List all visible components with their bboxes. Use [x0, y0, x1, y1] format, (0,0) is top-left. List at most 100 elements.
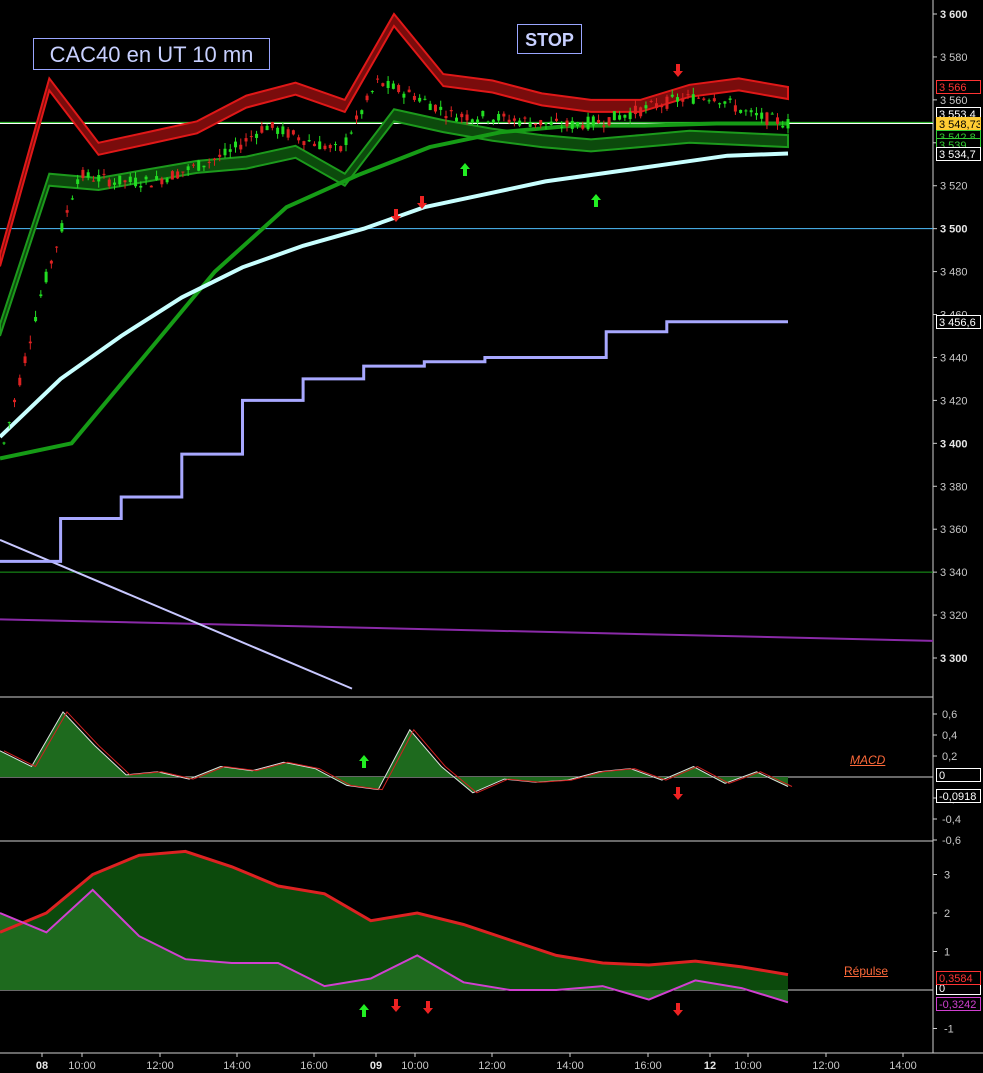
price-tick-label: 3 300 [940, 653, 968, 665]
candle-body [670, 94, 674, 97]
candle-body [355, 115, 359, 120]
candle-body [481, 110, 485, 117]
candle-body [228, 149, 232, 152]
candle-body [202, 165, 206, 168]
price-tick-label: 3 420 [940, 395, 968, 407]
candle-body [691, 94, 695, 104]
candle-body [723, 101, 727, 104]
candle-body [386, 80, 390, 88]
candle-body [423, 98, 427, 100]
candle-body [618, 115, 622, 120]
candle-body [376, 78, 380, 80]
candle-body [497, 114, 501, 121]
candle-body [218, 154, 222, 157]
candle-body [523, 117, 527, 119]
candle-body [586, 116, 590, 130]
candle-body [439, 106, 443, 110]
candle-body [528, 122, 532, 127]
candle-body [207, 161, 211, 163]
macd-area [0, 711, 788, 793]
sell-arrow-icon [673, 787, 683, 800]
candle-body [539, 120, 543, 126]
price-tick-label: 3 400 [940, 438, 968, 450]
candle-body [786, 119, 790, 129]
price-tick-label: 3 340 [940, 567, 968, 579]
candle-body [260, 126, 264, 133]
macd-tick-label: -0,4 [942, 814, 961, 826]
candle-body [576, 122, 580, 127]
candle-body [460, 113, 464, 118]
price-tick-label: 3 580 [940, 52, 968, 64]
repulse-tick-label: 2 [944, 908, 950, 920]
sell-arrow-icon [673, 64, 683, 77]
price-tag: 3 534,7 [936, 147, 981, 162]
candle-body [23, 356, 27, 364]
buy-arrow-icon [591, 194, 601, 207]
candle-body [28, 341, 32, 344]
candle-body [18, 377, 22, 386]
candle-body [402, 93, 406, 98]
price-tick-label: 3 520 [940, 181, 968, 193]
candle-body [65, 210, 69, 213]
repulse-tick-label: -1 [944, 1024, 954, 1036]
macd-tick-label: 0,2 [942, 751, 957, 763]
candle-body [623, 114, 627, 118]
macd-line [0, 711, 789, 794]
candle-body [412, 95, 416, 100]
candle-body [449, 110, 453, 112]
macd-zero-tag: 0 [936, 768, 981, 782]
candle-body [486, 121, 490, 123]
candle-body [602, 125, 606, 127]
candle-body [165, 178, 169, 183]
candle-body [60, 223, 64, 232]
candle-body [212, 158, 216, 160]
candle-body [344, 137, 348, 146]
candle-body [612, 111, 616, 121]
price-tick-label: 3 480 [940, 267, 968, 279]
time-tick-label: 10:00 [68, 1060, 96, 1072]
candle-body [570, 120, 574, 129]
candle-body [565, 120, 569, 127]
candle-body [749, 110, 753, 113]
candle-body [176, 171, 180, 179]
repulse-value-tag: -0,3242 [936, 997, 981, 1012]
candle-body [286, 129, 290, 138]
time-tick-label: 14:00 [556, 1060, 584, 1072]
macd-tick-label: 0,4 [942, 730, 957, 742]
candle-body [754, 112, 758, 116]
candle-body [302, 141, 306, 146]
candle-body [491, 119, 495, 123]
macd-value-tag: -0,0918 [936, 788, 981, 803]
candle-body [244, 138, 248, 142]
candle-body [34, 316, 38, 322]
candle-body [112, 182, 116, 185]
candle-body [270, 122, 274, 128]
step-stop-line [0, 320, 788, 563]
candle-body [118, 175, 122, 185]
candle-body [781, 125, 785, 128]
candle-body [323, 145, 327, 150]
candle-body [581, 125, 585, 129]
purple-trend-line [0, 618, 934, 642]
candle-body [191, 164, 195, 166]
candle-body [591, 116, 595, 126]
candle-body [360, 110, 364, 115]
candle-body [365, 95, 369, 101]
candle-body [470, 119, 474, 123]
candle-body [686, 94, 690, 96]
candle-body [644, 105, 648, 109]
candle-body [397, 85, 401, 93]
candle-body [81, 169, 85, 178]
candle-body [239, 144, 243, 150]
candle-body [97, 175, 101, 182]
candle-body [502, 113, 506, 117]
candle-body [297, 137, 301, 141]
buy-arrow-icon [359, 755, 369, 768]
candle-body [86, 172, 90, 178]
price-tick-label: 3 500 [940, 224, 968, 236]
candle-body [560, 126, 564, 128]
candle-body [181, 171, 185, 173]
repulse-tick-label: 1 [944, 947, 950, 959]
time-tick-label: 10:00 [401, 1060, 429, 1072]
candle-body [155, 176, 159, 180]
